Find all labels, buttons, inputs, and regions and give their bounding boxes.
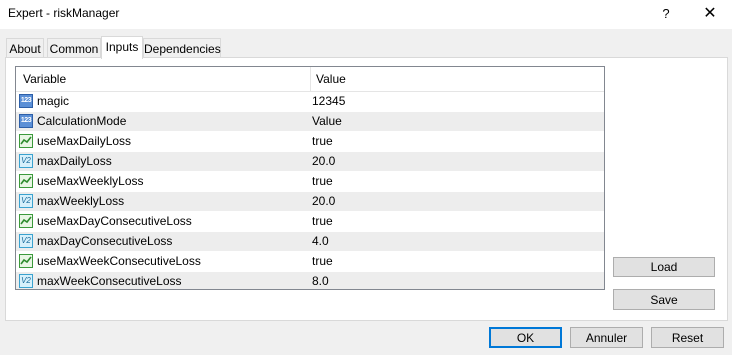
variable-name: useMaxDailyLoss (37, 134, 132, 148)
double-icon: V2 (19, 274, 33, 288)
cancel-button[interactable]: Annuler (570, 327, 643, 348)
variable-value[interactable]: true (312, 174, 333, 188)
table-row[interactable]: useMaxDayConsecutiveLoss true (16, 212, 604, 232)
save-button[interactable]: Save (613, 289, 715, 310)
bool-icon (19, 134, 33, 148)
grid-header: Variable Value (16, 67, 604, 92)
tab-inputs[interactable]: Inputs (101, 36, 143, 59)
variable-name: magic (37, 94, 70, 108)
variable-value[interactable]: Value (312, 114, 342, 128)
variable-name: useMaxWeeklyLoss (37, 174, 144, 188)
bool-icon (19, 174, 33, 188)
double-icon: V2 (19, 234, 33, 248)
grid-rows: 123 magic 12345 123 CalculationMode Value useM… (16, 92, 604, 289)
int-icon: 123 (19, 114, 33, 128)
variable-value[interactable]: 8.0 (312, 274, 329, 288)
int-icon: 123 (19, 94, 33, 108)
variable-name: maxWeekConsecutiveLoss (37, 274, 182, 288)
ok-button[interactable]: OK (489, 327, 562, 348)
table-row[interactable]: 123 magic 12345 (16, 92, 604, 112)
table-row[interactable]: 123 CalculationMode Value (16, 112, 604, 132)
variable-name: CalculationMode (37, 114, 127, 128)
tab-dependencies[interactable]: Dependencies (143, 38, 221, 59)
title-bar: Expert - riskManager ? ✕ (0, 0, 732, 30)
table-row[interactable]: useMaxWeeklyLoss true (16, 172, 604, 192)
variable-name: maxWeeklyLoss (37, 194, 125, 208)
variable-value[interactable]: 12345 (312, 94, 345, 108)
variable-value[interactable]: 20.0 (312, 194, 335, 208)
variable-value[interactable]: true (312, 254, 333, 268)
table-row[interactable]: V2 maxDailyLoss 20.0 (16, 152, 604, 172)
header-value[interactable]: Value (316, 72, 346, 86)
double-icon: V2 (19, 154, 33, 168)
table-row[interactable]: V2 maxDayConsecutiveLoss 4.0 (16, 232, 604, 252)
table-row[interactable]: V2 maxWeekConsecutiveLoss 8.0 (16, 272, 604, 289)
window-title: Expert - riskManager (8, 6, 120, 20)
bool-icon (19, 254, 33, 268)
table-row[interactable]: V2 maxWeeklyLoss 20.0 (16, 192, 604, 212)
help-button[interactable]: ? (651, 0, 681, 28)
tab-about[interactable]: About (6, 38, 44, 59)
tab-common[interactable]: Common (47, 38, 101, 59)
variable-value[interactable]: true (312, 134, 333, 148)
variable-value[interactable]: 4.0 (312, 234, 329, 248)
variable-name: maxDayConsecutiveLoss (37, 234, 173, 248)
close-button[interactable]: ✕ (692, 0, 728, 28)
table-row[interactable]: useMaxWeekConsecutiveLoss true (16, 252, 604, 272)
reset-button[interactable]: Reset (651, 327, 724, 348)
bool-icon (19, 214, 33, 228)
variable-name: maxDailyLoss (37, 154, 112, 168)
column-separator[interactable] (310, 67, 311, 91)
variable-value[interactable]: true (312, 214, 333, 228)
variable-value[interactable]: 20.0 (312, 154, 335, 168)
load-button[interactable]: Load (613, 257, 715, 277)
table-row[interactable]: useMaxDailyLoss true (16, 132, 604, 152)
double-icon: V2 (19, 194, 33, 208)
variable-name: useMaxDayConsecutiveLoss (37, 214, 192, 228)
inputs-grid[interactable]: Variable Value 123 magic 12345 123 Calculati… (15, 66, 605, 290)
header-variable[interactable]: Variable (23, 72, 66, 86)
variable-name: useMaxWeekConsecutiveLoss (37, 254, 201, 268)
